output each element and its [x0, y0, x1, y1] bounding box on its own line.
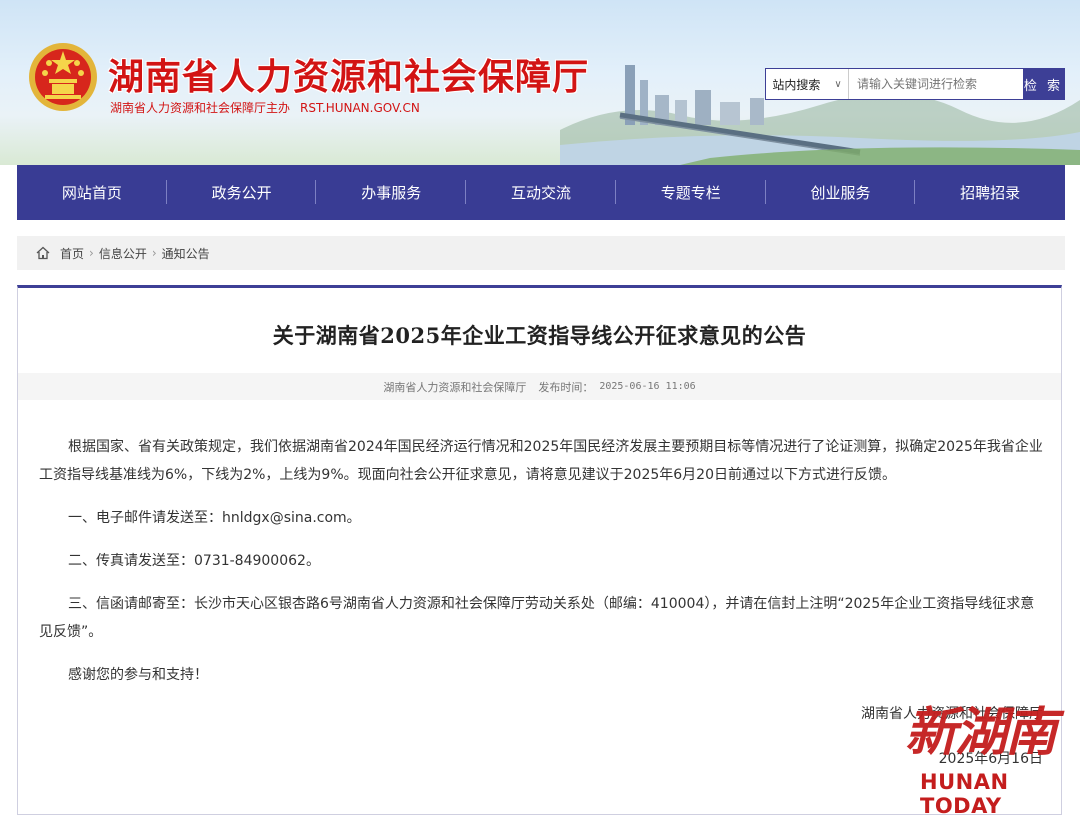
article-paragraph: 根据国家、省有关政策规定，我们依据湖南省2024年国民经济运行情况和2025年国…: [39, 439, 1043, 483]
home-icon[interactable]: [36, 246, 50, 260]
publish-time: 2025-06-16 11:06: [599, 381, 696, 392]
article-source: 湖南省人力资源和社会保障厅: [383, 380, 527, 394]
publish-time-label: 发布时间：: [538, 380, 594, 394]
nav-item-services[interactable]: 办事服务: [316, 180, 466, 204]
sponsor-text: 湖南省人力资源和社会保障厅主办: [110, 101, 291, 115]
nav-item-interaction[interactable]: 互动交流: [466, 180, 616, 204]
search-bar: 站内搜索 ∨ 检 索: [765, 68, 1065, 100]
site-domain: RST.HUNAN.GOV.CN: [300, 101, 420, 115]
search-button[interactable]: 检 索: [1023, 69, 1064, 99]
nav-item-government-affairs[interactable]: 政务公开: [167, 180, 317, 204]
search-scope-select[interactable]: 站内搜索 ∨: [766, 69, 849, 99]
nav-item-entrepreneurship[interactable]: 创业服务: [766, 180, 916, 204]
breadcrumb-info-disclosure[interactable]: 信息公开: [99, 245, 147, 262]
site-subtitle: 湖南省人力资源和社会保障厅主办 RST.HUNAN.GOV.CN: [110, 99, 420, 116]
article-paragraph: 二、传真请发送至：0731-84900062。: [68, 553, 320, 569]
search-scope-label: 站内搜索: [772, 77, 821, 92]
news-watermark-logo: 新湖南 HUNAN TODAY: [900, 690, 1080, 818]
breadcrumb-notices[interactable]: 通知公告: [162, 245, 210, 262]
article-paragraph: 一、电子邮件请发送至：hnldgx@sina.com。: [68, 510, 361, 526]
article-meta: 湖南省人力资源和社会保障厅 发布时间： 2025-06-16 11:06: [18, 373, 1061, 400]
article-paragraph: 三、信函请邮寄至：长沙市天心区银杏路6号湖南省人力资源和社会保障厅劳动关系处（邮…: [39, 596, 1035, 640]
watermark-cn: 新湖南: [905, 702, 1057, 763]
search-input[interactable]: [849, 69, 1023, 99]
nav-item-special-topics[interactable]: 专题专栏: [616, 180, 766, 204]
watermark-en: HUNAN TODAY: [920, 770, 1009, 818]
nav-item-home[interactable]: 网站首页: [17, 180, 167, 204]
breadcrumb: 首页 › 信息公开 › 通知公告: [17, 236, 1065, 270]
article-body: 根据国家、省有关政策规定，我们依据湖南省2024年国民经济运行情况和2025年国…: [39, 433, 1047, 704]
header-banner: 湖南省人力资源和社会保障厅 湖南省人力资源和社会保障厅主办 RST.HUNAN.G…: [0, 0, 1080, 165]
breadcrumb-home[interactable]: 首页: [60, 245, 84, 262]
chevron-right-icon: ›: [151, 246, 157, 260]
chevron-down-icon: ∨: [834, 78, 842, 90]
article-title: 关于湖南省2025年企业工资指导线公开征求意见的公告: [272, 323, 807, 348]
article-paragraph: 感谢您的参与和支持！: [68, 667, 208, 683]
national-emblem-icon: [29, 43, 97, 111]
main-nav: 网站首页 政务公开 办事服务 互动交流 专题专栏 创业服务 招聘招录: [17, 165, 1065, 220]
site-title: 湖南省人力资源和社会保障厅: [108, 57, 590, 98]
nav-item-recruitment[interactable]: 招聘招录: [915, 182, 1065, 203]
chevron-right-icon: ›: [89, 246, 94, 260]
